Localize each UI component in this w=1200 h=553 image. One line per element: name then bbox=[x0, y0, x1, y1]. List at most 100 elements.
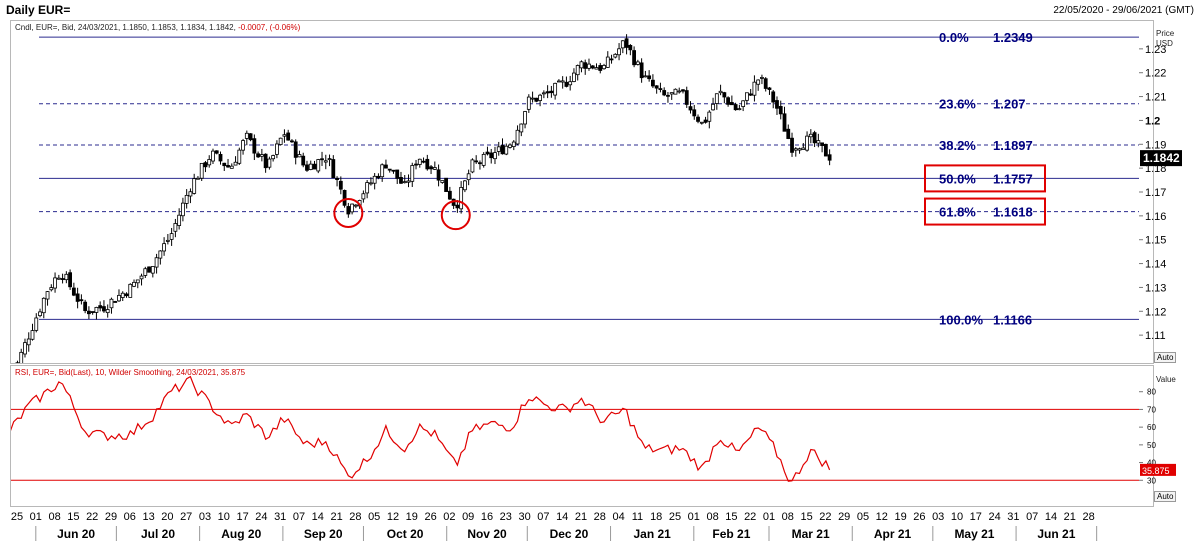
candle-body bbox=[399, 177, 403, 184]
candle-body bbox=[196, 177, 200, 180]
x-day-label: 14 bbox=[556, 511, 568, 523]
candle-body bbox=[594, 67, 599, 70]
price-y-tick-label: 1.17 bbox=[1145, 187, 1166, 199]
price-legend: Cndl, EUR=, Bid, 24/03/2021, 1.1850, 1.1… bbox=[15, 23, 300, 32]
candle-body bbox=[620, 40, 625, 49]
candle-body bbox=[470, 159, 475, 173]
rsi-y-tick-label: 70 bbox=[1147, 405, 1156, 414]
candle-body bbox=[786, 128, 791, 139]
price-auto-scale-button[interactable]: Auto bbox=[1154, 352, 1177, 363]
price-y-tick-label: 1.15 bbox=[1145, 235, 1166, 247]
x-day-label: 14 bbox=[312, 511, 324, 523]
price-panel[interactable]: 1.11 1.12 1.13 1.14 1.15 1.16 1.17 1.18 1.19 1.2 1… bbox=[10, 20, 1182, 364]
candle-body bbox=[113, 301, 118, 303]
candle-body bbox=[361, 193, 366, 200]
x-day-label: 22 bbox=[86, 511, 98, 523]
candle-body bbox=[109, 298, 114, 309]
x-day-label: 12 bbox=[387, 511, 399, 523]
candle-body bbox=[793, 148, 798, 151]
candle-body bbox=[466, 173, 471, 181]
x-day-label: 24 bbox=[255, 511, 267, 523]
x-day-label: 23 bbox=[500, 511, 512, 523]
candle-body bbox=[327, 158, 332, 161]
rsi-legend: RSI, EUR=, Bid(Last), 10, Wilder Smoothi… bbox=[15, 368, 246, 377]
fib-value-label: 1.1757 bbox=[993, 171, 1033, 186]
x-day-label: 01 bbox=[763, 511, 775, 523]
candle-body bbox=[624, 38, 629, 48]
candle-body bbox=[816, 140, 821, 144]
candle-body bbox=[587, 63, 591, 69]
x-day-label: 01 bbox=[30, 511, 42, 523]
candle-body bbox=[444, 177, 449, 192]
candle-body bbox=[387, 168, 392, 171]
candle-body bbox=[481, 153, 486, 166]
candle-body bbox=[68, 272, 73, 288]
candle-body bbox=[338, 180, 343, 190]
candle-body bbox=[94, 306, 99, 313]
candle-body bbox=[214, 150, 219, 154]
candle-body bbox=[553, 82, 558, 96]
rsi-y-tick-label: 60 bbox=[1147, 423, 1156, 432]
candle-body bbox=[568, 81, 573, 86]
rsi-panel[interactable]: 30 40 50 60 70 80 35.875 RSI, EUR=, Bid(Last),… bbox=[10, 365, 1177, 507]
price-chart[interactable]: 1.111.121.131.141.151.161.171.181.191.21… bbox=[11, 21, 1200, 363]
candle-body bbox=[282, 134, 287, 137]
candle-body bbox=[575, 65, 580, 76]
rsi-auto-scale-button[interactable]: Auto bbox=[1154, 491, 1177, 502]
candle-body bbox=[733, 104, 738, 111]
candle-body bbox=[805, 135, 809, 151]
candle-body bbox=[173, 223, 178, 232]
chart-title: Daily EUR= bbox=[6, 3, 71, 17]
candle-body bbox=[203, 162, 208, 168]
candle-body bbox=[308, 163, 313, 170]
x-month-label: Mar 21 bbox=[792, 527, 830, 541]
candle-body bbox=[369, 182, 373, 185]
candle-body bbox=[635, 61, 640, 65]
candle-body bbox=[177, 214, 182, 226]
candle-body bbox=[49, 287, 54, 291]
rsi-chart[interactable]: 30405060708035.875 bbox=[11, 366, 1200, 506]
candle-body bbox=[628, 44, 633, 51]
candle-body bbox=[192, 178, 197, 194]
candle-body bbox=[545, 91, 550, 94]
candle-body bbox=[132, 281, 136, 287]
x-day-label: 07 bbox=[293, 511, 305, 523]
x-day-label: 22 bbox=[744, 511, 756, 523]
candle-body bbox=[711, 103, 715, 111]
x-day-label: 15 bbox=[725, 511, 737, 523]
candle-body bbox=[229, 165, 234, 169]
candle-body bbox=[60, 278, 65, 280]
candle-body bbox=[808, 133, 813, 138]
candle-body bbox=[583, 62, 588, 69]
candle-body bbox=[647, 75, 652, 80]
candle-body bbox=[297, 154, 302, 158]
candle-body bbox=[511, 141, 516, 147]
candle-body bbox=[218, 154, 223, 162]
candle-body bbox=[474, 160, 479, 163]
candle-body bbox=[350, 203, 355, 213]
x-day-label: 09 bbox=[462, 511, 474, 523]
candle-body bbox=[677, 90, 682, 93]
candle-body bbox=[666, 94, 670, 97]
candle-body bbox=[699, 121, 704, 124]
candle-body bbox=[801, 147, 806, 150]
x-day-label: 31 bbox=[1007, 511, 1019, 523]
candle-body bbox=[745, 92, 749, 101]
candle-body bbox=[602, 65, 606, 70]
price-y-tick-label: 1.16 bbox=[1145, 211, 1166, 223]
x-day-label: 22 bbox=[819, 511, 831, 523]
x-day-label: 16 bbox=[481, 511, 493, 523]
x-day-label: 26 bbox=[424, 511, 436, 523]
candle-body bbox=[380, 164, 385, 178]
candle-body bbox=[767, 87, 772, 90]
candle-body bbox=[598, 65, 603, 71]
candle-body bbox=[797, 148, 802, 151]
candle-body bbox=[681, 89, 685, 92]
x-day-label: 21 bbox=[575, 511, 587, 523]
x-day-label: 08 bbox=[706, 511, 718, 523]
candle-body bbox=[741, 100, 746, 107]
x-day-label: 01 bbox=[688, 511, 700, 523]
x-month-label: Jul 20 bbox=[141, 527, 175, 541]
candle-body bbox=[572, 72, 576, 82]
candle-body bbox=[673, 88, 678, 95]
